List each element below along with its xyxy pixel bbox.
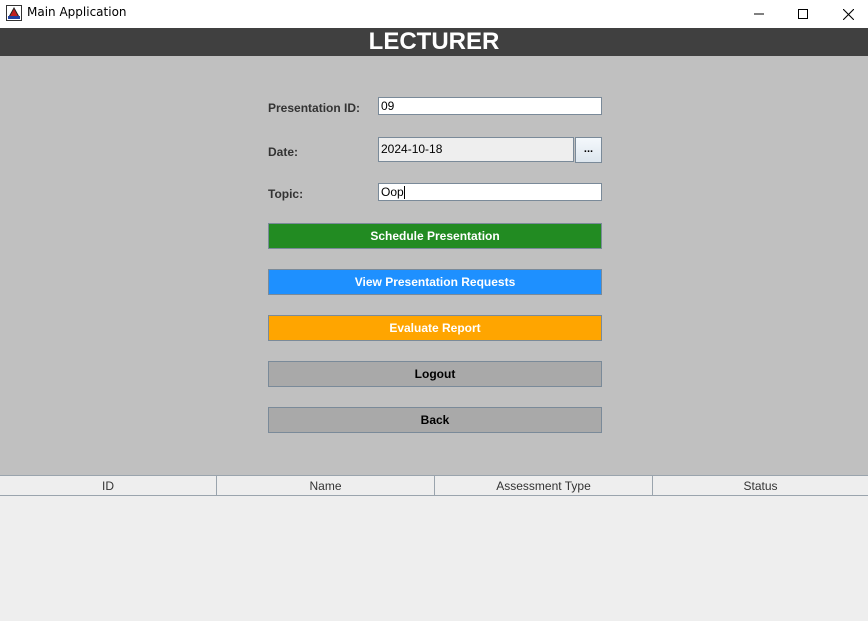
maximize-icon (798, 9, 808, 19)
close-button[interactable] (825, 0, 868, 28)
page-title-bar: LECTURER (0, 28, 868, 56)
date-label: Date: (268, 145, 299, 159)
text-caret (403, 186, 405, 200)
column-header-status[interactable]: Status (653, 476, 868, 495)
page-title: LECTURER (368, 28, 500, 55)
schedule-presentation-button[interactable]: Schedule Presentation (268, 223, 602, 249)
table-body[interactable] (0, 496, 868, 621)
topic-label: Topic: (268, 187, 304, 201)
date-value: 2024-10-18 (381, 142, 443, 156)
presentation-id-value: 09 (381, 99, 395, 113)
maximize-button[interactable] (780, 0, 826, 28)
window-titlebar: Main Application (0, 0, 868, 28)
view-presentation-requests-button[interactable]: View Presentation Requests (268, 269, 602, 295)
column-header-id[interactable]: ID (0, 476, 217, 495)
minimize-button[interactable] (736, 0, 782, 28)
back-button[interactable]: Back (268, 407, 602, 433)
presentation-id-label: Presentation ID: (268, 101, 361, 115)
topic-value: Oop (381, 185, 404, 199)
evaluate-report-button[interactable]: Evaluate Report (268, 315, 602, 341)
date-picker-button[interactable]: ... (575, 137, 602, 163)
column-header-name[interactable]: Name (217, 476, 435, 495)
java-app-icon (6, 5, 22, 21)
column-header-assessment-type[interactable]: Assessment Type (435, 476, 653, 495)
close-icon (842, 8, 854, 20)
logout-button[interactable]: Logout (268, 361, 602, 387)
table-header: ID Name Assessment Type Status (0, 475, 868, 496)
presentation-id-field[interactable]: 09 (378, 97, 602, 115)
minimize-icon (754, 13, 764, 15)
date-field[interactable]: 2024-10-18 (378, 137, 574, 162)
window-title: Main Application (27, 5, 127, 19)
topic-field[interactable]: Oop (378, 183, 602, 201)
